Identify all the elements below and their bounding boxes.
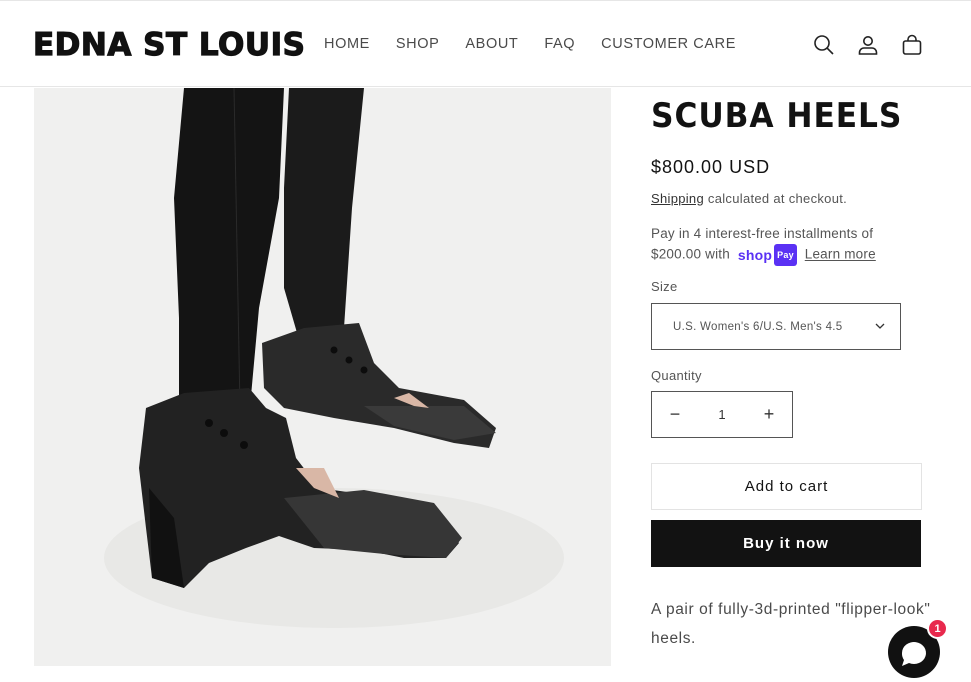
shipping-link[interactable]: Shipping bbox=[651, 191, 704, 206]
installments-amount: $200.00 with bbox=[651, 246, 730, 262]
main-nav: HOME SHOP ABOUT FAQ CUSTOMER CARE bbox=[324, 36, 762, 52]
shipping-note: Shipping calculated at checkout. bbox=[651, 191, 847, 206]
nav-home[interactable]: HOME bbox=[324, 36, 370, 52]
product-image[interactable] bbox=[34, 88, 611, 666]
quantity-label: Quantity bbox=[651, 368, 702, 383]
quantity-stepper: − 1 + bbox=[651, 391, 793, 438]
buy-now-button[interactable]: Buy it now bbox=[651, 520, 921, 567]
shop-pay-badge: Pay bbox=[774, 244, 797, 266]
shop-pay-logo: shop Pay bbox=[738, 244, 797, 266]
learn-more-link[interactable]: Learn more bbox=[805, 247, 876, 262]
header-icons bbox=[812, 33, 944, 57]
nav-faq[interactable]: FAQ bbox=[544, 36, 575, 52]
size-label: Size bbox=[651, 279, 678, 294]
nav-customer-care[interactable]: CUSTOMER CARE bbox=[601, 36, 736, 52]
chat-notification-badge: 1 bbox=[927, 618, 948, 639]
quantity-increase-button[interactable]: + bbox=[746, 392, 792, 437]
installments-note: Pay in 4 interest-free installments of $… bbox=[651, 224, 891, 266]
quantity-input[interactable]: 1 bbox=[718, 407, 725, 422]
add-to-cart-button[interactable]: Add to cart bbox=[651, 463, 922, 510]
size-selected-value: U.S. Women's 6/U.S. Men's 4.5 bbox=[673, 320, 843, 333]
quantity-decrease-button[interactable]: − bbox=[652, 392, 698, 437]
size-select[interactable]: U.S. Women's 6/U.S. Men's 4.5 bbox=[651, 303, 901, 350]
shipping-text: calculated at checkout. bbox=[704, 191, 848, 206]
site-header: EDNA ST LOUIS HOME SHOP ABOUT FAQ CUSTOM… bbox=[0, 0, 971, 87]
cart-icon[interactable] bbox=[900, 33, 924, 57]
nav-shop[interactable]: SHOP bbox=[396, 36, 440, 52]
product-price: $800.00 USD bbox=[651, 157, 771, 177]
shop-pay-word: shop bbox=[737, 247, 773, 263]
installments-line1: Pay in 4 interest-free installments of bbox=[651, 226, 874, 241]
account-icon[interactable] bbox=[856, 33, 880, 57]
nav-about[interactable]: ABOUT bbox=[465, 36, 518, 52]
search-icon[interactable] bbox=[812, 33, 836, 57]
chevron-down-icon bbox=[875, 323, 885, 329]
brand-logo[interactable]: EDNA ST LOUIS bbox=[32, 26, 305, 64]
product-title: SCUBA HEELS bbox=[651, 96, 903, 136]
